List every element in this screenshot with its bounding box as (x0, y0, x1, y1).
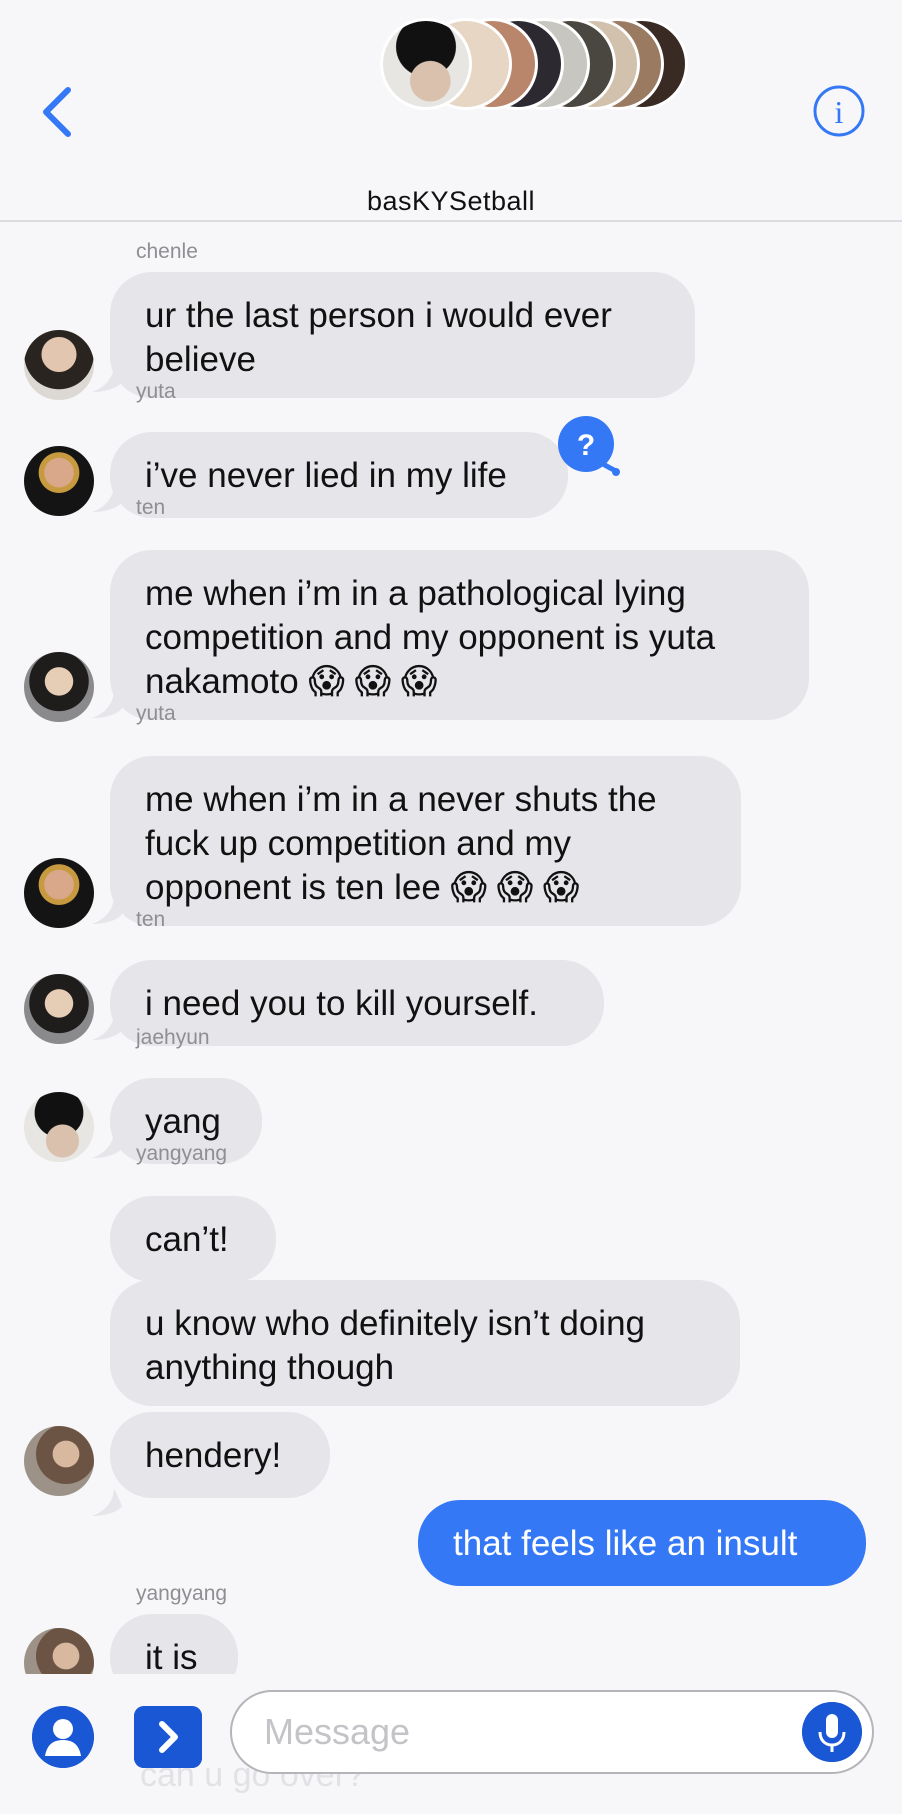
svg-text:i: i (835, 94, 844, 130)
message-bubble[interactable]: me when i’m in a pathological lying comp… (110, 550, 809, 720)
avatar-yuta[interactable] (24, 858, 94, 928)
sender-name: yuta (136, 380, 176, 403)
avatar-yangyang[interactable] (24, 1628, 94, 1674)
avatar-chenle[interactable] (24, 330, 94, 400)
message-bubble[interactable]: u know who definitely isn’t doing anythi… (110, 1280, 740, 1406)
message-bubble[interactable]: it is (110, 1614, 238, 1674)
question-badge-icon[interactable]: ? (556, 414, 620, 478)
group-avatar-stack[interactable] (380, 14, 690, 116)
message-bubble-outgoing[interactable]: that feels like an insult (418, 1500, 866, 1586)
avatar-jaehyun[interactable] (24, 1092, 94, 1162)
message-input[interactable] (230, 1690, 874, 1774)
avatar-yangyang[interactable] (24, 1426, 94, 1496)
bubble-tail (92, 1488, 122, 1516)
sender-name: chenle (136, 240, 198, 263)
avatar-ten[interactable] (24, 974, 94, 1044)
message-thread[interactable]: chenle ur the last person i would ever b… (0, 220, 902, 1674)
message-bubble[interactable]: hendery! (110, 1412, 330, 1498)
sender-name: ten (136, 908, 166, 931)
question-badge-label: ? (577, 429, 595, 462)
sender-name: jaehyun (136, 1026, 210, 1049)
sender-name: yangyang (136, 1582, 228, 1605)
chevron-right-icon[interactable] (134, 1706, 202, 1768)
chevron-left-icon[interactable] (38, 84, 78, 140)
group-name[interactable]: basKYSetball (0, 186, 902, 217)
group-avatar (380, 18, 472, 110)
message-bubble[interactable]: can’t! (110, 1196, 276, 1282)
message-bubble[interactable]: me when i’m in a never shuts the fuck up… (110, 756, 741, 926)
microphone-icon[interactable] (802, 1702, 862, 1762)
person-icon[interactable] (32, 1706, 94, 1768)
sender-name: yangyang (136, 1142, 228, 1165)
message-bubble[interactable]: i’ve never lied in my life (110, 432, 568, 518)
sender-name: yuta (136, 702, 176, 725)
conversation-header: basKYSetball i (0, 0, 902, 222)
info-icon[interactable]: i (812, 84, 866, 138)
avatar-ten[interactable] (24, 652, 94, 722)
composer-bar: can u go over? (0, 1674, 902, 1814)
message-bubble[interactable]: ur the last person i would ever believe (110, 272, 695, 398)
avatar-yuta[interactable] (24, 446, 94, 516)
sender-name: ten (136, 496, 166, 519)
